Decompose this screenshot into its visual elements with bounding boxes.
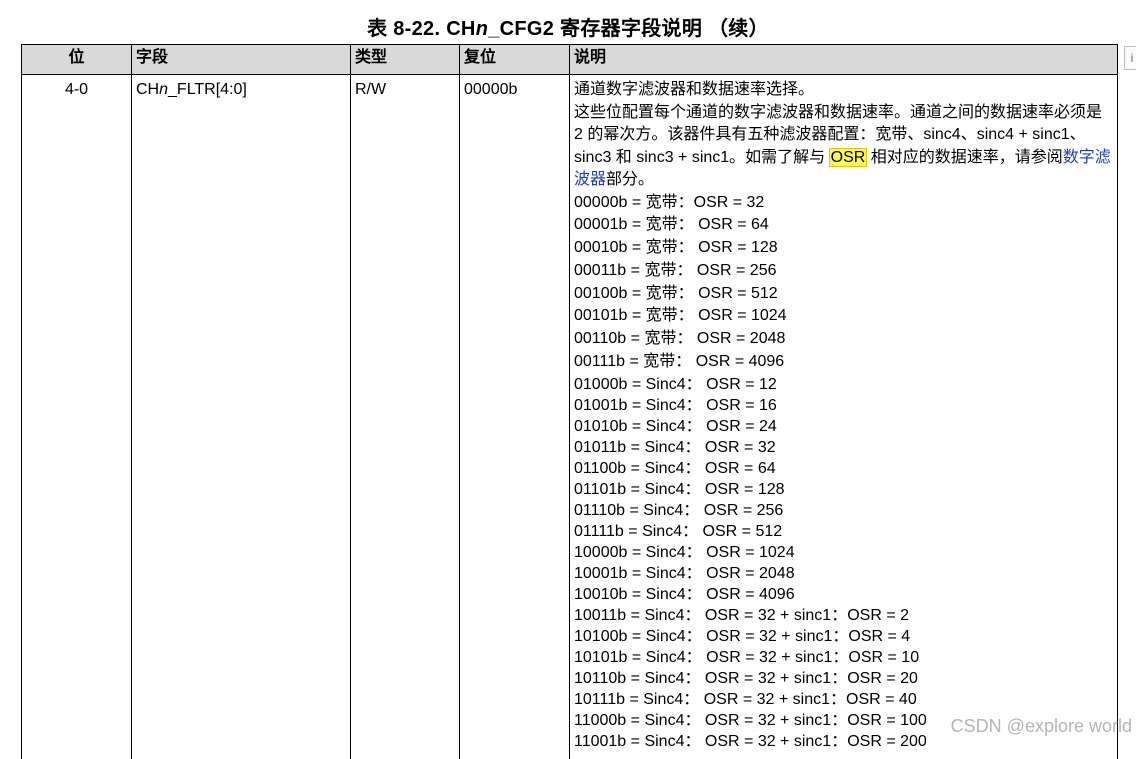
- list-item: 01101b = Sinc4： OSR = 128: [574, 479, 1113, 500]
- header-type: 类型: [351, 45, 460, 75]
- description-line1: 通道数字滤波器和数据速率选择。: [574, 79, 1113, 102]
- description-intro: 通道数字滤波器和数据速率选择。 这些位配置每个通道的数字滤波器和数据速率。通道之…: [574, 79, 1113, 192]
- list-item: 01110b = Sinc4： OSR = 256: [574, 500, 1113, 521]
- table-row: 4-0 CHn_FLTR[4:0] R/W 00000b 通道数字滤波器和数据速…: [22, 75, 1118, 759]
- cell-field: CHn_FLTR[4:0]: [132, 75, 351, 759]
- list-item: 00011b = 宽带： OSR = 256: [574, 260, 1113, 283]
- list-item: 00000b = 宽带：OSR = 32: [574, 192, 1113, 215]
- sinc-encoding-list: 01000b = Sinc4： OSR = 12 01001b = Sinc4：…: [574, 374, 1113, 752]
- description-paragraph: 这些位配置每个通道的数字滤波器和数据速率。通道之间的数据速率必须是 2 的幂次方…: [574, 102, 1113, 192]
- list-item: 00101b = 宽带： OSR = 1024: [574, 305, 1113, 328]
- title-italic-n: n: [476, 18, 489, 40]
- side-tab-label: i: [1131, 51, 1134, 65]
- osr-highlight: OSR: [830, 149, 867, 166]
- list-item: 00001b = 宽带： OSR = 64: [574, 214, 1113, 237]
- list-item: 01011b = Sinc4： OSR = 32: [574, 437, 1113, 458]
- list-item: 00110b = 宽带： OSR = 2048: [574, 328, 1113, 351]
- header-field: 字段: [132, 45, 351, 75]
- cell-type: R/W: [351, 75, 460, 759]
- list-item: 10000b = Sinc4： OSR = 1024: [574, 542, 1113, 563]
- list-item: 10100b = Sinc4： OSR = 32 + sinc1：OSR = 4: [574, 626, 1113, 647]
- description-text-3: 部分。: [606, 171, 654, 188]
- list-item: 01111b = Sinc4： OSR = 512: [574, 521, 1113, 542]
- cell-bit: 4-0: [22, 75, 132, 759]
- list-item: 01001b = Sinc4： OSR = 16: [574, 395, 1113, 416]
- side-panel-tab[interactable]: i: [1124, 46, 1136, 70]
- field-prefix: CH: [136, 81, 159, 98]
- list-item: 10111b = Sinc4： OSR = 32 + sinc1：OSR = 4…: [574, 689, 1113, 710]
- cell-description: 通道数字滤波器和数据速率选择。 这些位配置每个通道的数字滤波器和数据速率。通道之…: [570, 75, 1118, 759]
- table-title: 表 8-22. CHn_CFG2 寄存器字段说明 （续）: [0, 12, 1136, 41]
- list-item: 10110b = Sinc4： OSR = 32 + sinc1：OSR = 2…: [574, 668, 1113, 689]
- header-bit: 位: [22, 45, 132, 75]
- header-description: 说明: [570, 45, 1118, 75]
- list-item: 01000b = Sinc4： OSR = 12: [574, 374, 1113, 395]
- table-header-row: 位 字段 类型 复位 说明: [22, 45, 1118, 75]
- title-prefix: 表 8-22. CH: [367, 18, 476, 40]
- cell-reset: 00000b: [460, 75, 570, 759]
- list-item: 10101b = Sinc4： OSR = 32 + sinc1：OSR = 1…: [574, 647, 1113, 668]
- list-item: 10010b = Sinc4： OSR = 4096: [574, 584, 1113, 605]
- list-item: 10011b = Sinc4： OSR = 32 + sinc1：OSR = 2: [574, 605, 1113, 626]
- register-field-table: 位 字段 类型 复位 说明 4-0 CHn_FLTR[4:0] R/W 0000…: [21, 44, 1118, 759]
- list-item: 00111b = 宽带： OSR = 4096: [574, 351, 1113, 374]
- list-item: 00100b = 宽带： OSR = 512: [574, 283, 1113, 306]
- field-italic-n: n: [159, 81, 168, 98]
- description-text-2: 相对应的数据速率，请参阅: [871, 149, 1063, 166]
- field-suffix: _FLTR[4:0]: [168, 81, 247, 98]
- list-item: 10001b = Sinc4： OSR = 2048: [574, 563, 1113, 584]
- list-item: 01100b = Sinc4： OSR = 64: [574, 458, 1113, 479]
- list-item: 00010b = 宽带： OSR = 128: [574, 237, 1113, 260]
- wideband-encoding-list: 00000b = 宽带：OSR = 32 00001b = 宽带： OSR = …: [574, 192, 1113, 374]
- title-suffix: _CFG2 寄存器字段说明 （续）: [488, 18, 769, 40]
- csdn-watermark: CSDN @explore world: [951, 716, 1132, 737]
- list-item: 01010b = Sinc4： OSR = 24: [574, 416, 1113, 437]
- header-reset: 复位: [460, 45, 570, 75]
